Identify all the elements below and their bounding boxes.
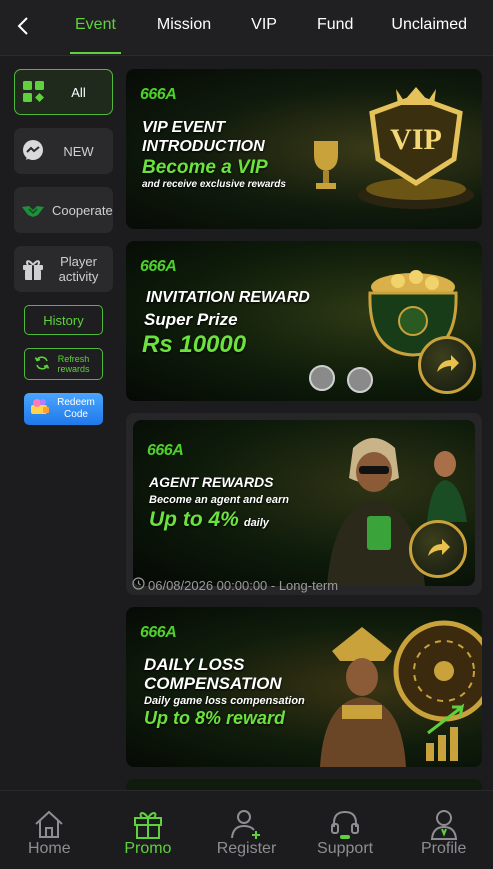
chart-up-icon [422,703,476,767]
redeem-icon [29,397,51,421]
nav-register[interactable]: Register [197,791,296,869]
arrow-right-icon [409,520,467,578]
banner-highlight-suffix: daily [243,517,269,529]
banner-subtitle: Daily game loss compensation [144,695,305,707]
woman-figure-icon [423,442,473,527]
tab-fund[interactable]: Fund [316,0,354,56]
coin-icon [308,356,388,401]
brand-logo: 666A [140,86,177,103]
top-bar: Event Mission VIP Fund Unclaimed [0,0,493,56]
category-cooperate[interactable]: Cooperate [14,187,113,233]
banner-subtitle: Become an agent and earn [149,494,289,506]
refresh-rewards-label: Refresh rewards [57,354,90,374]
refresh-icon [34,355,50,373]
banner-highlight: Rs 10000 [142,331,247,358]
event-time-text: 06/08/2026 00:00:00 - Long-term [148,577,339,593]
event-time: 06/08/2026 00:00:00 - Long-term [132,577,338,593]
grid-icon [21,79,47,105]
trophy-icon [306,137,346,202]
tab-bar: Event Mission VIP Fund Unclaimed [60,0,493,56]
daily-loss-banner[interactable]: 666A DAILY LOSS COMPENSATION Daily game … [126,607,482,767]
category-label: Player activity [58,254,99,284]
banner-title-line1: DAILY LOSS [144,655,245,674]
category-sidebar: All NEW Cooperate Player activity Histor… [14,69,113,425]
redeem-code-label: Redeem Code [57,397,95,420]
category-new[interactable]: NEW [14,128,113,174]
banner-title-line1: AGENT REWARDS [149,474,274,490]
nav-label: Support [317,840,374,857]
tab-unclaimed[interactable]: Unclaimed [390,0,468,56]
category-label: Cooperate [52,202,113,218]
chat-bubble-icon [20,138,46,164]
refresh-rewards-button[interactable]: Refresh rewards [24,348,103,380]
banner-highlight: Up to 4% [149,508,239,531]
profile-icon [430,810,457,840]
agent-rewards-card: 666A AGENT REWARDS Become an agent and e… [126,413,482,595]
home-icon [35,810,63,838]
nav-label: Home [27,840,71,857]
brand-logo: 666A [140,258,177,275]
warrior-figure-icon [312,621,412,767]
nav-label: Promo [124,840,172,857]
history-button[interactable]: History [24,305,103,335]
back-icon[interactable] [10,12,38,40]
nav-label: Register [216,840,277,857]
brand-logo: 666A [147,442,184,459]
nav-label: Profile [420,840,467,857]
vip-event-banner[interactable]: 666A VIP EVENT INTRODUCTION Become a VIP… [126,69,482,229]
nav-home[interactable]: Home [0,791,99,869]
nav-promo[interactable]: Promo [99,791,198,869]
headset-icon [331,810,360,839]
category-all[interactable]: All [14,69,113,115]
banner-title-line1: INVITATION REWARD [146,289,310,306]
banner-title-line2: COMPENSATION [144,674,282,693]
nav-support[interactable]: Support [296,791,395,869]
add-user-icon [231,810,261,839]
tab-mission[interactable]: Mission [156,0,212,56]
tab-event[interactable]: Event [70,0,121,56]
gift-icon [20,256,46,282]
gift-box-icon [133,812,162,839]
banner-highlight: Become a VIP [142,157,268,178]
banner-title-line2: INTRODUCTION [142,138,265,155]
banner-highlight: Up to 8% reward [144,708,286,728]
banner-title-line1: VIP EVENT [142,119,225,136]
promo-page: Event Mission VIP Fund Unclaimed All NEW… [0,0,493,869]
banner-title-line2: Super Prize [144,310,238,329]
banner-subtitle: and receive exclusive rewards [142,179,286,190]
banner-highlight-row: Up to 4% daily [149,508,269,532]
vip-shield-icon: VIP [356,83,476,218]
handshake-icon [20,197,46,223]
invitation-reward-banner[interactable]: 666A INVITATION REWARD Super Prize Rs 10… [126,241,482,401]
category-label: All [71,84,86,100]
arrow-right-icon [418,336,476,394]
category-label: NEW [63,143,94,159]
category-player-activity[interactable]: Player activity [14,246,113,292]
clock-icon [132,577,145,593]
tab-vip[interactable]: VIP [250,0,278,56]
bottom-nav: Home Promo Register Support Profile [0,790,493,869]
nav-profile[interactable]: Profile [394,791,493,869]
redeem-code-button[interactable]: Redeem Code [24,393,103,425]
agent-rewards-banner[interactable]: 666A AGENT REWARDS Become an agent and e… [133,420,475,586]
brand-logo: 666A [140,624,177,641]
vip-badge-text: VIP [390,123,442,156]
